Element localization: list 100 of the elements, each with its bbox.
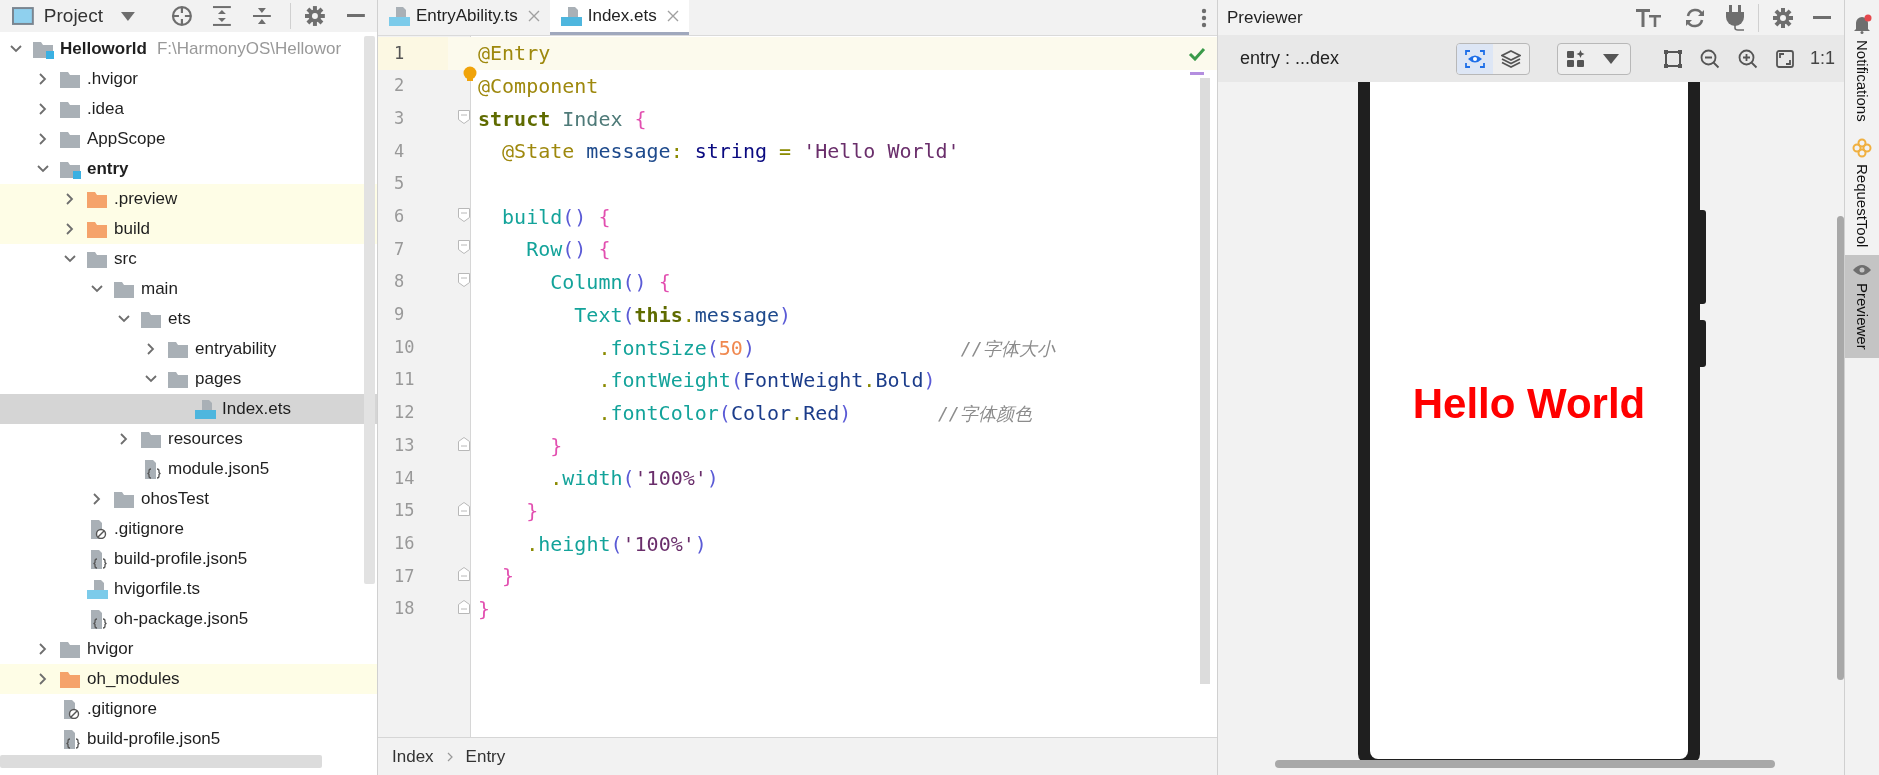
scrollbar[interactable]: [1200, 78, 1210, 684]
breadcrumb[interactable]: Entry: [465, 743, 506, 770]
tree-item-label: module.json5: [168, 458, 270, 481]
code-line: build() {: [501, 203, 611, 231]
scrollbar[interactable]: [0, 755, 322, 768]
editor-tab[interactable]: EntryAbility.ts: [378, 0, 550, 35]
check-icon[interactable]: [1188, 47, 1206, 61]
settings-icon[interactable]: [1773, 7, 1793, 28]
tree-item-label: .gitignore: [114, 518, 184, 541]
code-line: @Entry: [478, 40, 551, 68]
line-number: 14: [393, 466, 416, 490]
tree-item[interactable]: pages: [0, 364, 377, 394]
code-line: .fontColor(Color.Red) //字体颜色: [597, 399, 1032, 427]
layers-icon: [1501, 49, 1521, 68]
tree-item[interactable]: .preview: [0, 184, 377, 214]
tree-item[interactable]: module.json5: [0, 454, 377, 484]
scrollbar[interactable]: [1275, 760, 1775, 768]
code-line: .fontSize(50) //字体大小: [597, 334, 1055, 362]
folder-icon: [59, 639, 81, 659]
folder-icon: [59, 99, 81, 119]
code-line: @Component: [478, 73, 599, 101]
caret-icon[interactable]: [120, 11, 135, 21]
tree-item[interactable]: entry: [0, 154, 377, 184]
tree-item[interactable]: ets: [0, 304, 377, 334]
tree-item-label: pages: [195, 368, 242, 391]
eye-icon: [1852, 263, 1872, 278]
view-mode-button[interactable]: [1457, 43, 1493, 74]
refresh-icon[interactable]: [1684, 6, 1706, 29]
tree-item-label: resources: [168, 428, 243, 451]
device-selector[interactable]: [1557, 42, 1631, 75]
code-line: @State message: string = 'Hello World': [501, 138, 960, 166]
eye-icon: [1465, 49, 1485, 68]
actual-size-button[interactable]: 1:1: [1810, 45, 1836, 72]
zoom-out-icon[interactable]: [1700, 48, 1720, 69]
side-tab[interactable]: RequestTool: [1845, 129, 1879, 256]
tree-item-label: ohosTest: [141, 488, 210, 511]
crosshair-icon[interactable]: [170, 5, 193, 27]
tree-item[interactable]: build-profile.json5: [0, 724, 377, 754]
project-window-icon: [12, 7, 34, 25]
tree-item[interactable]: oh-package.json5: [0, 604, 377, 634]
code-line: }: [549, 432, 563, 460]
tree-item-label: src: [114, 248, 137, 271]
line-number: 8: [393, 270, 406, 294]
tree-item[interactable]: Helloworld F:\HarmonyOS\Hellowor: [0, 34, 377, 64]
code-line: }: [478, 596, 491, 624]
tree-item[interactable]: resources: [0, 424, 377, 454]
line-number: 13: [393, 433, 416, 457]
scrollbar[interactable]: [1837, 216, 1844, 680]
tree-item-label: ets: [168, 308, 191, 331]
tree-item-label: build-profile.json5: [87, 728, 221, 751]
line-number: 12: [393, 401, 416, 425]
code-line: }: [501, 563, 515, 591]
line-number: 9: [393, 303, 406, 327]
tree-item[interactable]: .idea: [0, 94, 377, 124]
tree-item[interactable]: ohosTest: [0, 484, 377, 514]
tree-item[interactable]: hvigor: [0, 634, 377, 664]
collapse-all-icon[interactable]: [250, 5, 273, 27]
flower-icon: [1852, 137, 1872, 158]
fit-screen-icon[interactable]: [1776, 49, 1794, 68]
tree-item-label: oh_modules: [87, 668, 180, 691]
line-number: 17: [393, 564, 416, 588]
tree-item[interactable]: .gitignore: [0, 694, 377, 724]
line-number: 15: [393, 499, 416, 523]
tree-item-label: AppScope: [87, 128, 166, 151]
tree-item[interactable]: build: [0, 214, 377, 244]
preview-target-label[interactable]: entry : ...dex: [1240, 45, 1456, 72]
tree-item[interactable]: src: [0, 244, 377, 274]
line-number: 1: [378, 37, 448, 70]
minimize-icon[interactable]: [347, 14, 366, 18]
zoom-in-icon[interactable]: [1738, 48, 1758, 69]
font-size-icon[interactable]: [1636, 7, 1662, 28]
line-number: 6: [393, 205, 406, 229]
side-tab[interactable]: Previewer: [1845, 255, 1879, 358]
side-tab[interactable]: Notifications: [1845, 6, 1879, 130]
scrollbar[interactable]: [364, 36, 375, 584]
tree-item[interactable]: hvigorfile.ts: [0, 574, 377, 604]
folder-icon: [86, 189, 108, 209]
folder-icon: [140, 429, 162, 449]
editor-tab[interactable]: Index.ets: [549, 0, 689, 35]
minimize-icon[interactable]: [1813, 15, 1831, 20]
tree-item[interactable]: .hvigor: [0, 64, 377, 94]
tree-item[interactable]: AppScope: [0, 124, 377, 154]
tree-item[interactable]: Index.ets: [0, 394, 377, 424]
plug-icon[interactable]: [1724, 4, 1746, 31]
tree-item[interactable]: build-profile.json5: [0, 544, 377, 574]
settings-icon[interactable]: [305, 6, 326, 26]
expand-all-icon[interactable]: [210, 5, 233, 27]
panel-title[interactable]: Project: [43, 1, 103, 31]
tree-item[interactable]: oh_modules: [0, 664, 377, 694]
tree-item[interactable]: main: [0, 274, 377, 304]
folder-icon: [140, 309, 162, 329]
code-line: .width('100%'): [549, 465, 719, 493]
breadcrumb[interactable]: Index: [392, 743, 434, 770]
crop-frame-icon[interactable]: [1664, 49, 1682, 68]
tree-item[interactable]: .gitignore: [0, 514, 377, 544]
more-icon[interactable]: [1201, 7, 1207, 28]
tree-item[interactable]: entryability: [0, 334, 377, 364]
tree-item-label: main: [141, 278, 178, 301]
module-folder-icon: [59, 159, 81, 179]
chevron-right-icon: [445, 751, 454, 762]
